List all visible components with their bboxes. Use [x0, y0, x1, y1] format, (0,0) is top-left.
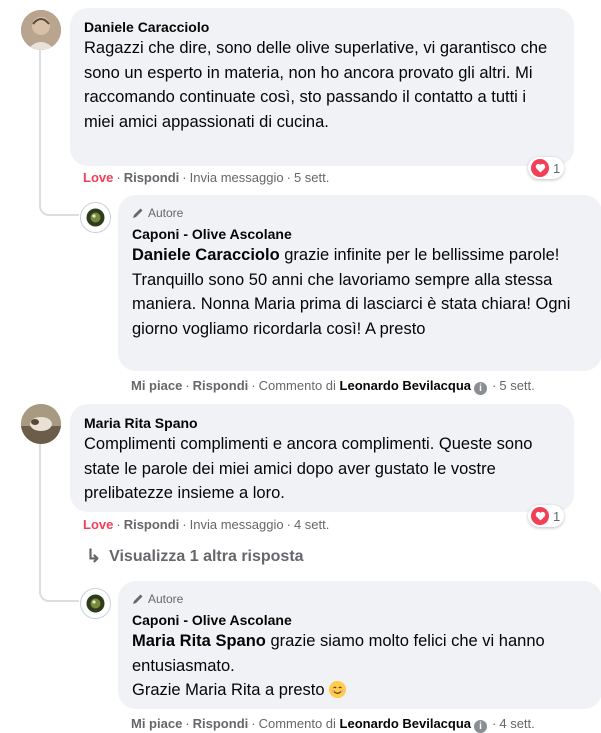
- page-avatar[interactable]: [80, 202, 111, 233]
- timestamp[interactable]: 4 sett.: [499, 716, 534, 731]
- separator: ·: [251, 378, 256, 393]
- separator: ·: [251, 716, 256, 731]
- love-button[interactable]: Love: [83, 517, 113, 532]
- author-badge-label: Autore: [148, 206, 184, 220]
- reply-arrow-icon: ↳: [86, 546, 102, 566]
- separator: ·: [492, 378, 497, 393]
- separator: ·: [286, 170, 291, 185]
- separator: ·: [492, 716, 497, 731]
- reaction-count[interactable]: 1: [528, 505, 565, 527]
- love-button[interactable]: Love: [83, 170, 113, 185]
- separator: ·: [116, 170, 121, 185]
- reply-text-line: Grazie Maria Rita a presto: [132, 678, 588, 703]
- reply-button[interactable]: Rispondi: [193, 716, 249, 731]
- comment-text: Ragazzi che dire, sono delle olive super…: [84, 39, 548, 131]
- reaction-count[interactable]: 1: [528, 157, 565, 179]
- separator: ·: [182, 517, 187, 532]
- comment-by-name[interactable]: Leonardo Bevilacqua: [340, 378, 471, 393]
- pencil-icon: [133, 594, 143, 604]
- send-message-link[interactable]: Invia messaggio: [190, 170, 284, 185]
- comment-actions: Love · Rispondi · Invia messaggio · 5 sett.: [83, 170, 329, 185]
- separator: ·: [185, 378, 190, 393]
- comment-by-name[interactable]: Leonardo Bevilacqua: [340, 716, 471, 731]
- reply-bubble: Autore Caponi - Olive Ascolane Daniele C…: [118, 195, 601, 371]
- heart-icon: [531, 159, 549, 177]
- view-more-replies-button[interactable]: ↳ Visualizza 1 altra risposta: [86, 546, 304, 567]
- reply-author[interactable]: Caponi - Olive Ascolane: [132, 225, 588, 243]
- reply-button[interactable]: Rispondi: [124, 517, 180, 532]
- page-avatar[interactable]: [80, 588, 111, 619]
- author-badge-label: Autore: [148, 592, 184, 606]
- thread-connector: [39, 566, 79, 602]
- reply-text: Maria Rita Spano grazie siamo molto feli…: [132, 629, 588, 678]
- send-message-link[interactable]: Invia messaggio: [190, 517, 284, 532]
- like-button[interactable]: Mi piace: [131, 716, 182, 731]
- avatar[interactable]: [21, 404, 61, 444]
- comment-bubble: Maria Rita Spano Complimenti complimenti…: [70, 404, 574, 512]
- comment-author[interactable]: Maria Rita Spano: [84, 414, 560, 432]
- author-badge: Autore: [132, 591, 588, 607]
- thread-connector: [39, 186, 79, 216]
- timestamp[interactable]: 5 sett.: [499, 378, 534, 393]
- reply-bubble: Autore Caponi - Olive Ascolane Maria Rit…: [118, 581, 601, 709]
- timestamp[interactable]: 5 sett.: [294, 170, 329, 185]
- reply-actions: Mi piace · Rispondi · Commento di Leonardo B…: [131, 378, 535, 395]
- comment-by-label: Commento di: [258, 716, 336, 731]
- reply-button[interactable]: Rispondi: [193, 378, 249, 393]
- separator: ·: [116, 517, 121, 532]
- timestamp[interactable]: 4 sett.: [294, 517, 329, 532]
- reply-text: Daniele Caracciolo grazie infinite per l…: [132, 243, 588, 341]
- mention[interactable]: Daniele Caracciolo: [132, 246, 280, 264]
- comment-text: Complimenti complimenti e ancora complim…: [84, 435, 533, 502]
- pencil-icon: [133, 208, 143, 218]
- reply-actions: Mi piace · Rispondi · Commento di Leonardo B…: [131, 716, 535, 733]
- avatar[interactable]: [21, 10, 61, 50]
- comment-actions: Love · Rispondi · Invia messaggio · 4 sett.: [83, 517, 329, 532]
- view-more-replies-label: Visualizza 1 altra risposta: [109, 547, 304, 565]
- thread-line: [39, 50, 41, 190]
- separator: ·: [185, 716, 190, 731]
- info-icon[interactable]: i: [474, 720, 488, 733]
- thread-line: [39, 440, 41, 570]
- separator: ·: [286, 517, 291, 532]
- comment-author[interactable]: Daniele Caracciolo: [84, 18, 560, 36]
- smile-emoji-icon: [329, 681, 347, 698]
- reply-body-2: Grazie Maria Rita a presto: [132, 681, 325, 699]
- reaction-count-value: 1: [553, 160, 561, 176]
- reaction-count-value: 1: [553, 508, 561, 524]
- info-icon[interactable]: i: [474, 382, 488, 395]
- heart-icon: [531, 507, 549, 525]
- reply-author[interactable]: Caponi - Olive Ascolane: [132, 611, 588, 629]
- comment-bubble: Daniele Caracciolo Ragazzi che dire, son…: [70, 8, 574, 166]
- like-button[interactable]: Mi piace: [131, 378, 182, 393]
- reply-button[interactable]: Rispondi: [124, 170, 180, 185]
- mention[interactable]: Maria Rita Spano: [132, 632, 266, 650]
- separator: ·: [182, 170, 187, 185]
- comment-by-label: Commento di: [258, 378, 336, 393]
- author-badge: Autore: [132, 205, 588, 221]
